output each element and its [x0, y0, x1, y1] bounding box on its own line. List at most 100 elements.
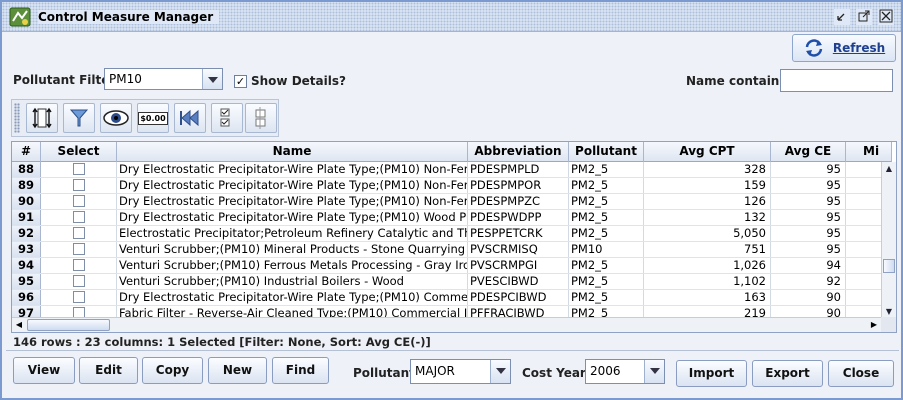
name-cell[interactable]: Dry Electrostatic Precipitator-Wire Plat… — [117, 210, 468, 225]
avg-ce-cell[interactable]: 90 — [771, 290, 846, 305]
name-contains-input[interactable] — [780, 69, 893, 92]
new-button[interactable]: New — [208, 357, 267, 384]
row-select-checkbox[interactable] — [73, 163, 85, 175]
vertical-scrollbar[interactable]: ▲ ▼ — [881, 162, 896, 318]
avg-ce-cell[interactable]: 95 — [771, 242, 846, 257]
select-all-icon[interactable] — [211, 103, 243, 133]
min-cell[interactable] — [846, 162, 882, 177]
row-select-checkbox[interactable] — [73, 211, 85, 223]
row-number[interactable]: 95 — [12, 274, 41, 289]
scroll-left-icon[interactable]: ◀ — [12, 318, 26, 332]
row-number[interactable]: 90 — [12, 194, 41, 209]
table-row[interactable]: 92 Electrostatic Precipitator;Petroleum R… — [12, 226, 882, 242]
abbreviation-cell[interactable]: PDESPMPOR — [468, 178, 569, 193]
name-cell[interactable]: Dry Electrostatic Precipitator-Wire Plat… — [117, 194, 468, 209]
horizontal-scroll-thumb[interactable] — [27, 319, 110, 331]
row-select-checkbox[interactable] — [73, 291, 85, 303]
name-cell[interactable]: Dry Electrostatic Precipitator-Wire Plat… — [117, 162, 468, 177]
abbreviation-cell[interactable]: PVSCRMPGI — [468, 258, 569, 273]
pollutant-cell[interactable]: PM2_5 — [569, 258, 644, 273]
min-cell[interactable] — [846, 242, 882, 257]
min-cell[interactable] — [846, 226, 882, 241]
name-cell[interactable]: Dry Electrostatic Precipitator-Wire Plat… — [117, 290, 468, 305]
min-cell[interactable] — [846, 274, 882, 289]
min-cell[interactable] — [846, 210, 882, 225]
pollutant-cell[interactable]: PM10 — [569, 242, 644, 257]
row-select-checkbox[interactable] — [73, 259, 85, 271]
min-cell[interactable] — [846, 290, 882, 305]
avg-ce-cell[interactable]: 94 — [771, 258, 846, 273]
cost-year-select[interactable]: 2006 — [585, 359, 665, 384]
abbreviation-cell[interactable]: PESPPETCRK — [468, 226, 569, 241]
abbreviation-cell[interactable]: PDESPMPZC — [468, 194, 569, 209]
filter-icon[interactable] — [63, 103, 95, 133]
sort-icon[interactable] — [26, 103, 58, 133]
name-cell[interactable]: Venturi Scrubber;(PM10) Mineral Products… — [117, 242, 468, 257]
refresh-button[interactable]: Refresh — [792, 34, 896, 62]
show-details-checkbox[interactable]: ✓ — [234, 75, 247, 88]
reset-icon[interactable] — [174, 103, 206, 133]
avg-cpt-cell[interactable]: 751 — [644, 242, 771, 257]
avg-cpt-cell[interactable]: 1,102 — [644, 274, 771, 289]
row-number[interactable]: 96 — [12, 290, 41, 305]
min-cell[interactable] — [846, 194, 882, 209]
row-select-checkbox[interactable] — [73, 275, 85, 287]
name-cell[interactable]: Dry Electrostatic Precipitator-Wire Plat… — [117, 178, 468, 193]
table-row[interactable]: 88 Dry Electrostatic Precipitator-Wire Pl… — [12, 162, 882, 178]
avg-ce-cell[interactable]: 92 — [771, 274, 846, 289]
pollutant-cell[interactable]: PM2_5 — [569, 210, 644, 225]
name-cell[interactable]: Venturi Scrubber;(PM10) Ferrous Metals P… — [117, 258, 468, 273]
column-header-avg-cpt[interactable]: Avg CPT — [644, 142, 771, 162]
find-button[interactable]: Find — [272, 357, 329, 384]
avg-ce-cell[interactable]: 95 — [771, 178, 846, 193]
avg-ce-cell[interactable]: 95 — [771, 210, 846, 225]
horizontal-scrollbar[interactable]: ◀ ▶ — [12, 317, 896, 332]
table-row[interactable]: 93 Venturi Scrubber;(PM10) Mineral Produc… — [12, 242, 882, 258]
toolbar-grip[interactable] — [14, 103, 20, 133]
pollutant-cell[interactable]: PM2_5 — [569, 194, 644, 209]
row-number[interactable]: 92 — [12, 226, 41, 241]
table-row[interactable]: 96 Dry Electrostatic Precipitator-Wire Pl… — [12, 290, 882, 306]
pollutant-cell[interactable]: PM2_5 — [569, 274, 644, 289]
import-button[interactable]: Import — [676, 360, 747, 387]
column-header-abbreviation[interactable]: Abbreviation — [468, 142, 569, 162]
table-row[interactable]: 95 Venturi Scrubber;(PM10) Industrial Boi… — [12, 274, 882, 290]
chevron-down-icon[interactable] — [644, 360, 664, 383]
maximize-icon[interactable] — [856, 9, 872, 25]
column-header-select[interactable]: Select — [41, 142, 117, 162]
column-header-pollutant[interactable]: Pollutant — [569, 142, 644, 162]
pollutant-cell[interactable]: PM2_5 — [569, 226, 644, 241]
close-button[interactable]: Close — [828, 360, 894, 387]
view-button[interactable]: View — [13, 357, 75, 384]
avg-cpt-cell[interactable]: 159 — [644, 178, 771, 193]
scroll-right-icon[interactable]: ▶ — [867, 318, 881, 332]
copy-button[interactable]: Copy — [142, 357, 203, 384]
min-cell[interactable] — [846, 258, 882, 273]
abbreviation-cell[interactable]: PVSCRMISQ — [468, 242, 569, 257]
row-number[interactable]: 89 — [12, 178, 41, 193]
avg-cpt-cell[interactable]: 126 — [644, 194, 771, 209]
column-header-name[interactable]: Name — [117, 142, 468, 162]
pollutant-cell[interactable]: PM2_5 — [569, 178, 644, 193]
table-row[interactable]: 89 Dry Electrostatic Precipitator-Wire Pl… — [12, 178, 882, 194]
avg-cpt-cell[interactable]: 328 — [644, 162, 771, 177]
avg-ce-cell[interactable]: 95 — [771, 194, 846, 209]
row-select-checkbox[interactable] — [73, 195, 85, 207]
view-columns-icon[interactable] — [100, 103, 132, 133]
avg-cpt-cell[interactable]: 163 — [644, 290, 771, 305]
chevron-down-icon[interactable] — [202, 69, 222, 89]
avg-ce-cell[interactable]: 95 — [771, 162, 846, 177]
row-number[interactable]: 91 — [12, 210, 41, 225]
avg-ce-cell[interactable]: 95 — [771, 226, 846, 241]
title-bar[interactable]: Control Measure Manager — [2, 2, 901, 32]
vertical-scroll-thumb[interactable] — [883, 259, 895, 273]
row-number[interactable]: 88 — [12, 162, 41, 177]
name-cell[interactable]: Venturi Scrubber;(PM10) Industrial Boile… — [117, 274, 468, 289]
abbreviation-cell[interactable]: PDESPMPLD — [468, 162, 569, 177]
name-cell[interactable]: Electrostatic Precipitator;Petroleum Ref… — [117, 226, 468, 241]
export-button[interactable]: Export — [752, 360, 823, 387]
row-number[interactable]: 94 — [12, 258, 41, 273]
pollutant-cell[interactable]: PM2_5 — [569, 290, 644, 305]
row-number[interactable]: 93 — [12, 242, 41, 257]
min-cell[interactable] — [846, 178, 882, 193]
